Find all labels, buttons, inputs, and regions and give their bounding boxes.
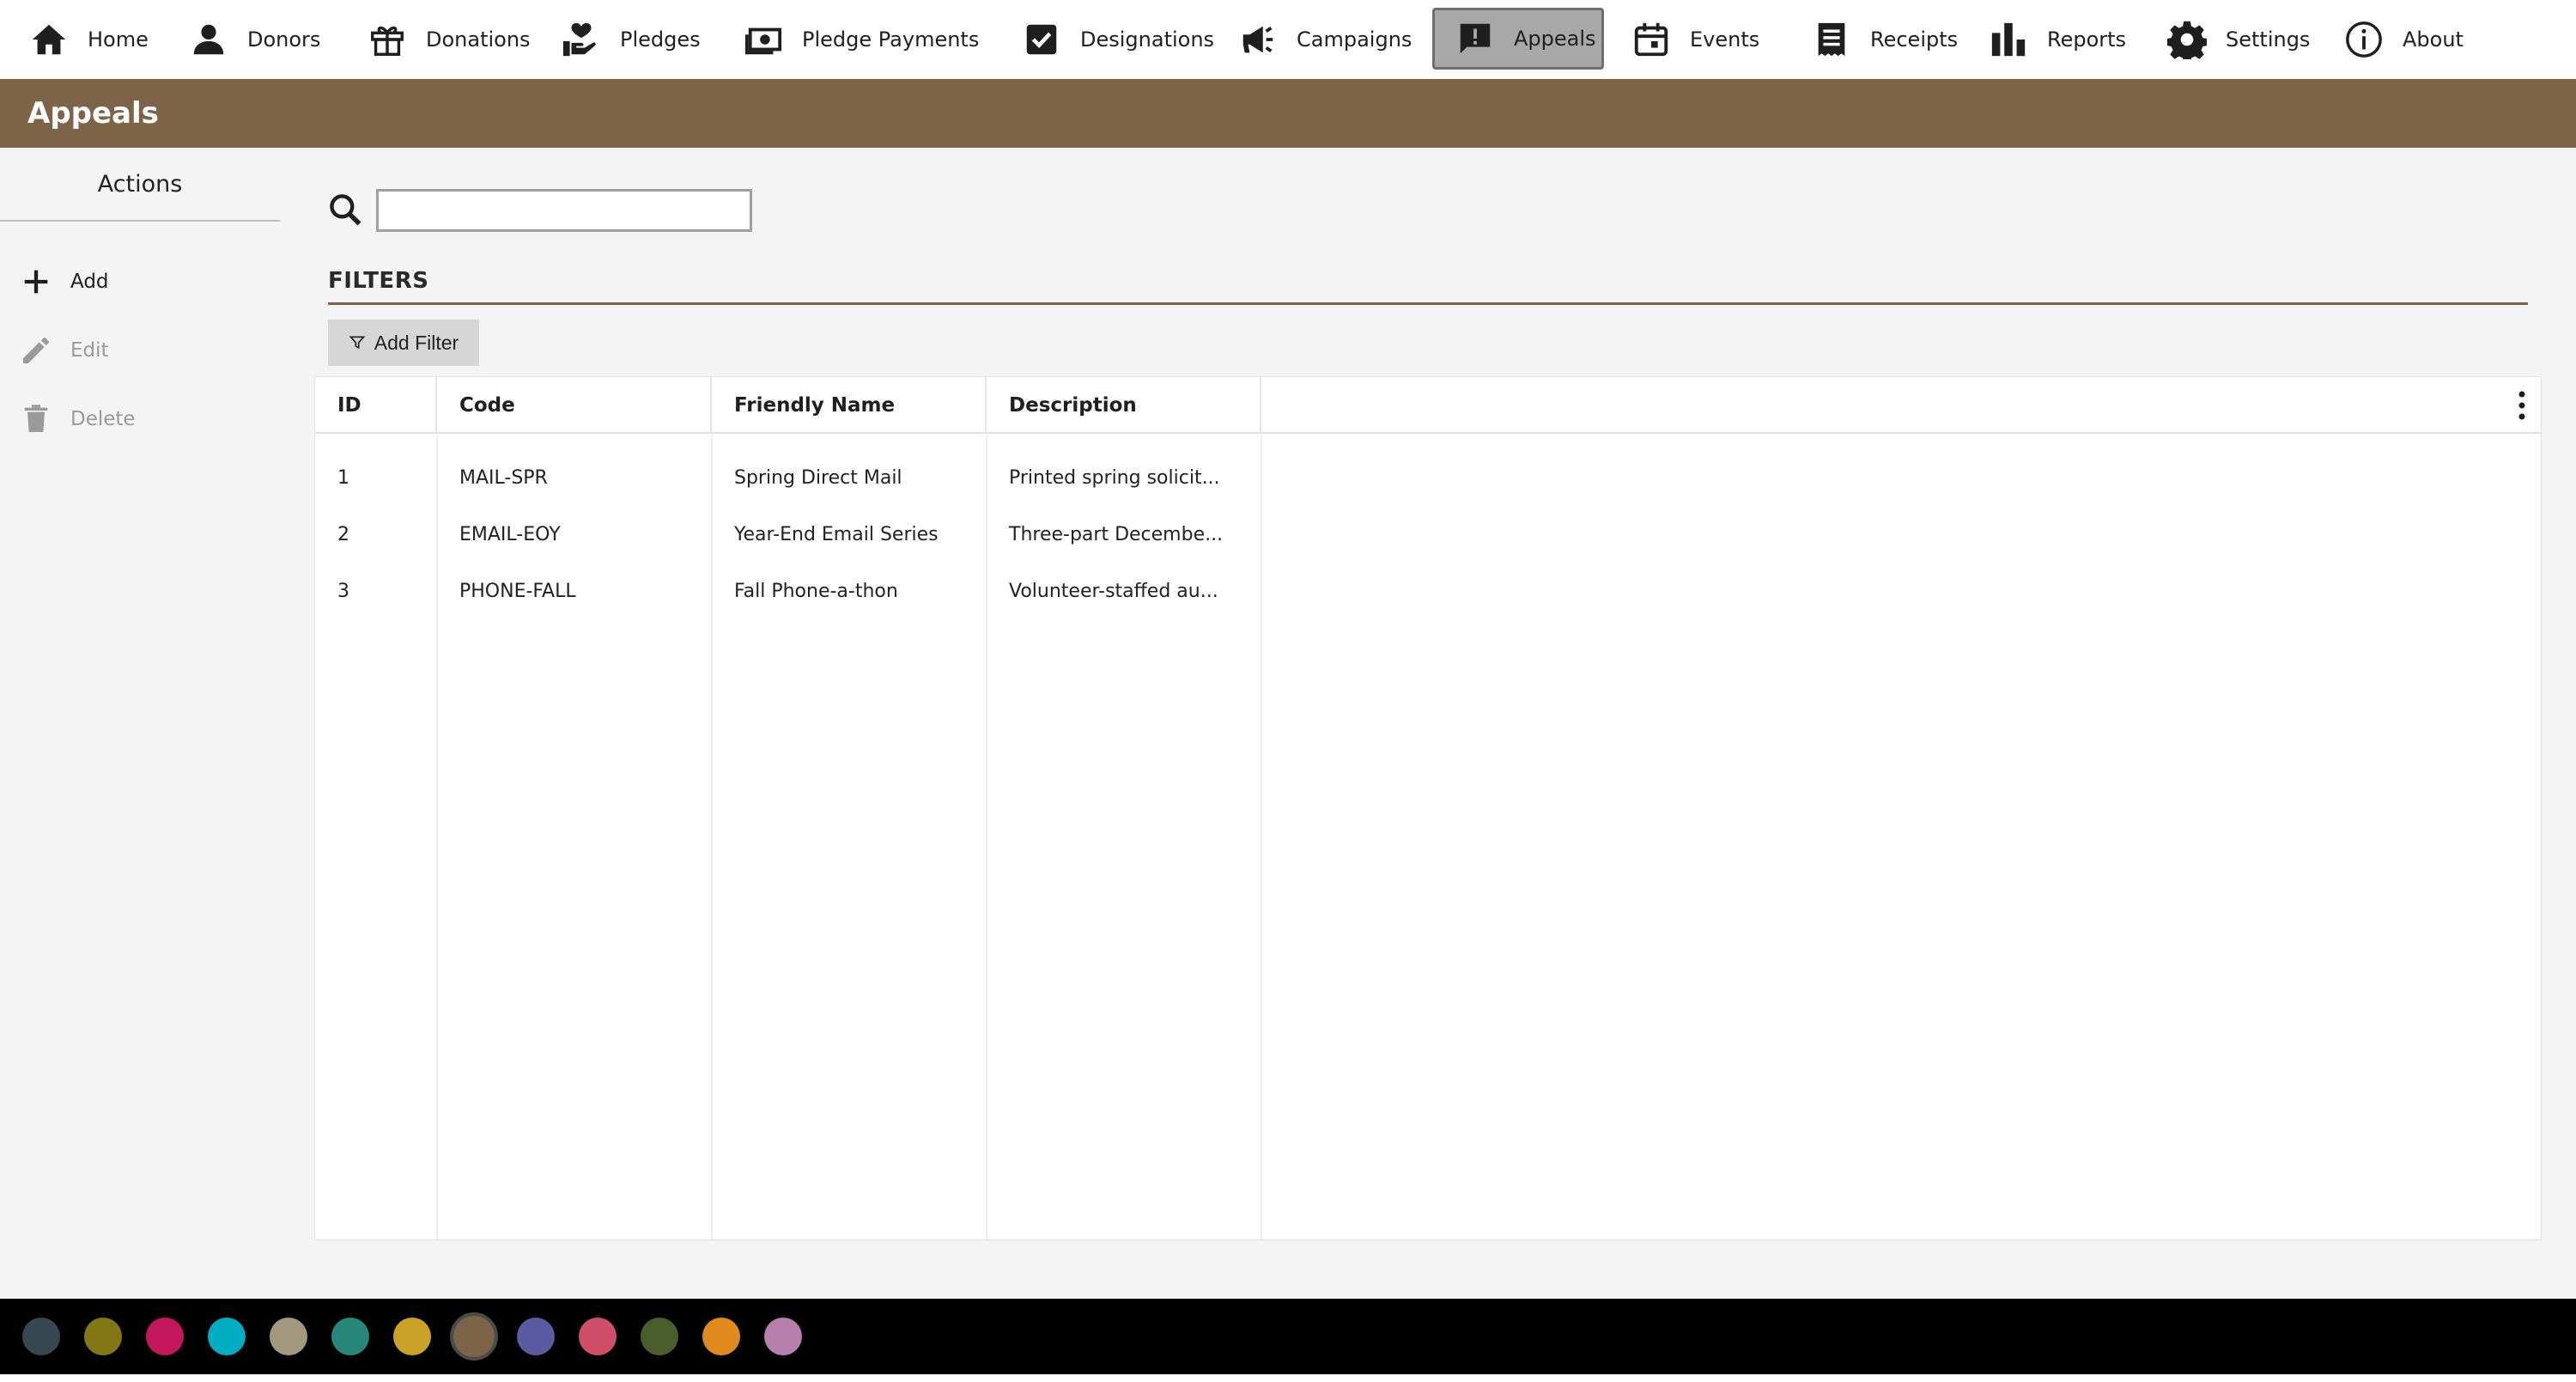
color-swatch[interactable]: [270, 1318, 307, 1355]
nav-item-label: Home: [88, 27, 149, 52]
actions-sidebar: Actions Add Edit Delete: [0, 148, 280, 1299]
filters-heading: FILTERS: [328, 268, 429, 294]
add-button[interactable]: Add: [19, 256, 109, 307]
column-menu-icon[interactable]: [2508, 386, 2536, 425]
appeals-table: ID Code Friendly Name Description 1 MAIL…: [314, 376, 2542, 1240]
column-header-friendly-name[interactable]: Friendly Name: [712, 377, 987, 434]
cell-code: EMAIL-EOY: [459, 523, 561, 545]
cash-icon: [744, 27, 782, 55]
checkbox-icon: [1026, 24, 1057, 55]
hand-heart-icon: [562, 22, 596, 57]
nav-item-donations[interactable]: Donations: [347, 9, 553, 70]
filters-divider: [328, 302, 2528, 305]
color-swatch[interactable]: [579, 1318, 617, 1355]
column-header-description[interactable]: Description: [987, 377, 1261, 434]
nav-item-label: Receipts: [1870, 27, 1959, 52]
page-title: Appeals: [27, 96, 159, 131]
trash-icon: [24, 405, 48, 432]
cell-code: PHONE-FALL: [459, 580, 576, 602]
column-header-code[interactable]: Code: [437, 377, 712, 434]
nav-item-receipts[interactable]: Receipts: [1791, 9, 1980, 70]
color-swatch[interactable]: [393, 1318, 431, 1355]
color-swatch[interactable]: [331, 1318, 369, 1355]
nav-item-label: Pledge Payments: [802, 27, 980, 52]
nav-item-about[interactable]: About: [2324, 9, 2486, 70]
add-filter-label: Add Filter: [374, 331, 459, 354]
table-row[interactable]: 2 EMAIL-EOY Year-End Email Series Three-…: [315, 506, 2541, 563]
nav-item-label: Settings: [2226, 27, 2311, 52]
bar-chart-icon: [1991, 22, 2026, 57]
receipt-icon: [1818, 22, 1845, 57]
nav-item-reports[interactable]: Reports: [1968, 9, 2148, 70]
actions-heading: Actions: [0, 148, 280, 222]
nav-item-label: Appeals: [1514, 27, 1596, 51]
megaphone-icon: [1242, 26, 1273, 53]
color-swatch[interactable]: [641, 1318, 678, 1355]
nav-item-events[interactable]: Events: [1611, 9, 1782, 70]
search-icon: [330, 194, 361, 226]
person-icon: [193, 24, 224, 55]
cell-description: Three-part Decembe...: [1009, 523, 1224, 545]
gift-icon: [371, 26, 404, 56]
search-input[interactable]: [376, 189, 752, 232]
add-button-label: Add: [70, 271, 109, 293]
cell-code: MAIL-SPR: [459, 466, 548, 489]
nav-item-label: Reports: [2047, 27, 2127, 52]
plus-icon: [24, 270, 48, 294]
table-row[interactable]: 1 MAIL-SPR Spring Direct Mail Printed sp…: [315, 449, 2541, 506]
nav-item-designations[interactable]: Designations: [1001, 9, 1236, 70]
nav-item-label: Pledges: [620, 27, 701, 52]
add-filter-button[interactable]: Add Filter: [328, 320, 479, 366]
cell-friendly-name: Spring Direct Mail: [734, 466, 902, 489]
color-swatch[interactable]: [208, 1318, 246, 1355]
nav-item-pledges[interactable]: Pledges: [541, 9, 723, 70]
color-swatch[interactable]: [764, 1318, 802, 1355]
pencil-icon: [23, 338, 49, 363]
alert-message-icon: [1460, 23, 1491, 54]
table-header: ID Code Friendly Name Description: [315, 377, 2541, 434]
info-icon: [2346, 21, 2382, 58]
nav-item-campaigns[interactable]: Campaigns: [1218, 9, 1434, 70]
delete-button-label: Delete: [70, 408, 136, 430]
color-swatch[interactable]: [517, 1318, 555, 1355]
delete-button[interactable]: Delete: [19, 393, 136, 445]
top-navigation: Home Donors Donations Pledges Pledge Pay…: [0, 0, 2576, 79]
cell-id: 3: [337, 580, 349, 602]
theme-color-palette: [0, 1299, 2576, 1374]
color-swatch[interactable]: [22, 1318, 60, 1355]
nav-item-donors[interactable]: Donors: [168, 9, 343, 70]
color-swatch[interactable]: [146, 1318, 184, 1355]
page-header: Appeals: [0, 79, 2576, 148]
nav-item-label: Donations: [426, 27, 531, 52]
cell-description: Volunteer-staffed au...: [1009, 580, 1218, 602]
color-swatch[interactable]: [702, 1318, 740, 1355]
edit-button-label: Edit: [70, 339, 109, 362]
edit-button[interactable]: Edit: [19, 325, 109, 376]
cell-friendly-name: Fall Phone-a-thon: [734, 580, 898, 602]
home-icon: [32, 24, 66, 55]
nav-item-appeals[interactable]: Appeals: [1432, 8, 1604, 70]
cell-id: 1: [337, 466, 349, 489]
nav-item-label: Events: [1690, 27, 1760, 52]
calendar-icon: [1634, 22, 1668, 57]
nav-item-label: Campaigns: [1297, 27, 1413, 52]
cell-description: Printed spring solicit...: [1009, 466, 1220, 489]
nav-item-label: About: [2403, 27, 2464, 52]
nav-item-label: Donors: [247, 27, 321, 52]
cell-friendly-name: Year-End Email Series: [734, 523, 939, 545]
nav-item-pledge-payments[interactable]: Pledge Payments: [723, 9, 1001, 70]
table-row[interactable]: 3 PHONE-FALL Fall Phone-a-thon Volunteer…: [315, 563, 2541, 619]
color-swatch[interactable]: [84, 1318, 122, 1355]
gear-icon: [2167, 21, 2207, 59]
column-header-id[interactable]: ID: [315, 377, 437, 434]
color-swatch-selected[interactable]: [450, 1312, 498, 1361]
content-area: Actions Add Edit Delete FILTERS Add Filt…: [0, 148, 2576, 1299]
filter-icon: [349, 336, 366, 350]
nav-item-settings[interactable]: Settings: [2147, 9, 2332, 70]
nav-item-home[interactable]: Home: [9, 9, 171, 70]
cell-id: 2: [337, 523, 349, 545]
nav-item-label: Designations: [1080, 27, 1215, 52]
